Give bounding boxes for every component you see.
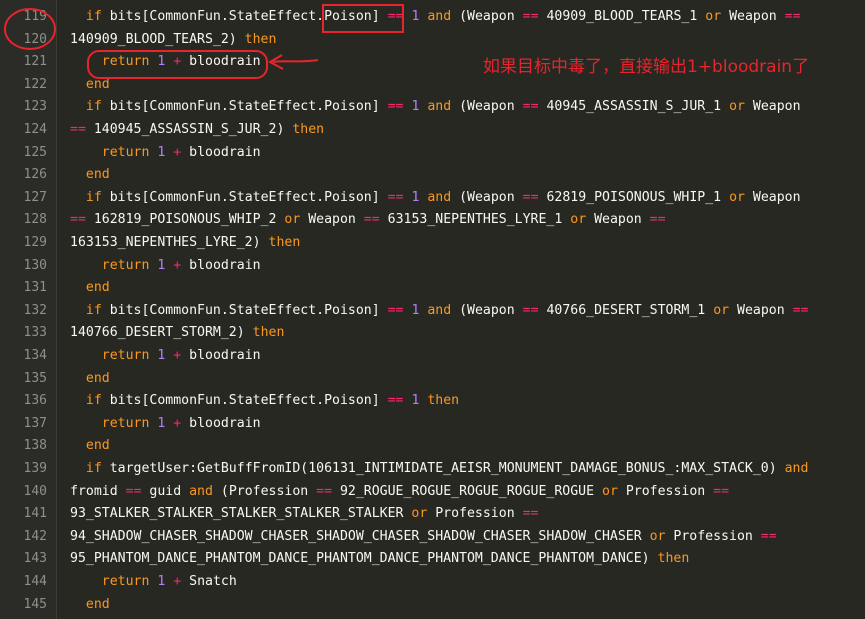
- annotation-arrow-icon: [267, 54, 319, 70]
- annotation-text: 如果目标中毒了，直接输出1+bloodrain了: [483, 57, 810, 77]
- annotation-circle-line-numbers: [4, 8, 56, 50]
- annotation-overlay: [4, 8, 319, 70]
- code-editor[interactable]: 119 120 121 122 123 124 125 126 127 128 129 130 131 1…: [0, 0, 865, 619]
